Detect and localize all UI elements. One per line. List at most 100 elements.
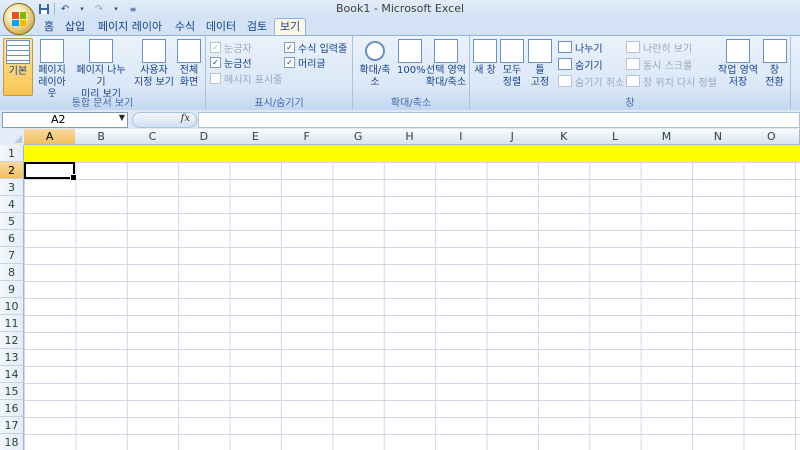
zoom-to-selection-button[interactable]: 선택 영역 확대/축소 — [425, 38, 467, 94]
split-button[interactable]: 나누기 — [558, 40, 603, 55]
row-header-7[interactable]: 7 — [0, 247, 24, 264]
window-title: Book1 - Microsoft Excel — [335, 2, 465, 15]
arrange-all-button[interactable]: 모두 정렬 — [500, 38, 524, 94]
row-header-11[interactable]: 11 — [0, 315, 24, 332]
column-header-m[interactable]: M — [640, 129, 694, 145]
row-header-8[interactable]: 8 — [0, 264, 24, 281]
formula-bar: A2 ▼ fx — [0, 110, 800, 130]
magnifier-icon — [365, 41, 385, 61]
reset-window-position-button[interactable]: 창 위치 다시 정렬 — [626, 74, 717, 89]
row-header-4[interactable]: 4 — [0, 196, 24, 213]
freeze-panes-button[interactable]: 틀 고정 — [526, 38, 554, 94]
group-label: 통합 문서 보기 — [0, 97, 205, 110]
column-header-g[interactable]: G — [332, 129, 385, 145]
ribbon-tabs: 홈 삽입 페이지 레이아웃 수식 데이터 검토 보기 — [0, 18, 800, 49]
row-header-17[interactable]: 17 — [0, 417, 24, 434]
group-workbook-views: 기본 페이지 레이아웃 페이지 나누기 미리 보기 사용자 지정 보기 전체 화… — [0, 36, 206, 110]
row-header-12[interactable]: 12 — [0, 332, 24, 349]
active-cell[interactable] — [24, 162, 77, 181]
checkmark-icon: ✓ — [210, 56, 221, 68]
save-workspace-button[interactable]: 작업 영역 저장 — [717, 38, 759, 94]
message-bar-checkbox[interactable]: 메시지 표시줄 — [210, 71, 282, 86]
tab-formulas[interactable]: 수식 — [172, 19, 198, 35]
row-header-9[interactable]: 9 — [0, 281, 24, 298]
cell-area[interactable] — [24, 145, 800, 450]
custom-views-icon — [142, 39, 166, 63]
hide-button[interactable]: 숨기기 — [558, 57, 603, 72]
row-header-16[interactable]: 16 — [0, 400, 24, 417]
normal-view-icon — [6, 40, 30, 64]
row-header-2[interactable]: 2 — [0, 162, 24, 179]
formula-bar-checkbox[interactable]: ✓ 수식 입력줄 — [284, 40, 347, 55]
column-header-b[interactable]: B — [75, 129, 128, 145]
tab-home[interactable]: 홈 — [40, 19, 58, 35]
gridlines-checkbox[interactable]: ✓ 눈금선 — [210, 55, 252, 70]
page-break-preview-button[interactable]: 페이지 나누기 미리 보기 — [72, 38, 130, 100]
row-header-14[interactable]: 14 — [0, 366, 24, 383]
zoom-button[interactable]: 확대/축소 — [355, 38, 395, 94]
normal-view-button[interactable]: 기본 — [3, 38, 33, 96]
worksheet-grid: ABCDEFGHIJKLMNO 1 2 3 4 5 6 7 8 9 10 11 12 13 14 15 16 1… — [0, 129, 800, 450]
checkmark-icon: ✓ — [284, 41, 295, 53]
custom-views-button[interactable]: 사용자 지정 보기 — [134, 38, 174, 94]
column-header-k[interactable]: K — [538, 129, 591, 145]
tab-data[interactable]: 데이터 — [204, 19, 238, 35]
office-button[interactable] — [3, 3, 35, 35]
headings-checkbox[interactable]: ✓ 머리글 — [284, 55, 326, 70]
zoom-100-button[interactable]: 100% — [397, 38, 426, 94]
column-header-j[interactable]: J — [486, 129, 539, 145]
group-window: 새 창 모두 정렬 틀 고정 나누기 숨기기 숨기기 취소 나란히 보기 동시 … — [470, 36, 791, 110]
group-label: 창 — [470, 97, 790, 110]
column-header-i[interactable]: I — [435, 129, 488, 145]
row-header-13[interactable]: 13 — [0, 349, 24, 366]
group-label: 확대/축소 — [353, 97, 469, 110]
row-header-1[interactable]: 1 — [0, 145, 24, 162]
ruler-checkbox[interactable]: ✓ 눈금자 — [210, 40, 252, 55]
group-zoom: 확대/축소 100% 선택 영역 확대/축소 확대/축소 — [353, 36, 470, 110]
chevron-down-icon[interactable]: ▼ — [119, 113, 125, 122]
view-side-by-side-button[interactable]: 나란히 보기 — [626, 40, 692, 55]
unhide-button[interactable]: 숨기기 취소 — [558, 74, 624, 89]
insert-function-button[interactable]: fx — [132, 112, 197, 128]
reset-position-icon — [626, 75, 640, 87]
tab-view[interactable]: 보기 — [274, 18, 306, 36]
row-header-5[interactable]: 5 — [0, 213, 24, 230]
unhide-icon — [558, 75, 572, 87]
synchronous-scrolling-button[interactable]: 동시 스크롤 — [626, 57, 692, 72]
page-layout-view-button[interactable]: 페이지 레이아웃 — [34, 38, 70, 100]
formula-input[interactable] — [198, 112, 800, 128]
row-header-3[interactable]: 3 — [0, 179, 24, 196]
sync-scroll-icon — [626, 58, 640, 70]
side-by-side-icon — [626, 41, 640, 53]
full-screen-button[interactable]: 전체 화면 — [176, 38, 202, 94]
fx-icon: fx — [180, 113, 190, 124]
column-header-f[interactable]: F — [281, 129, 334, 145]
column-header-h[interactable]: H — [383, 129, 437, 145]
new-window-button[interactable]: 새 창 — [472, 38, 498, 94]
select-all-button[interactable] — [0, 129, 25, 146]
column-header-o[interactable]: O — [743, 129, 800, 145]
column-header-d[interactable]: D — [178, 129, 231, 145]
ribbon: 기본 페이지 레이아웃 페이지 나누기 미리 보기 사용자 지정 보기 전체 화… — [0, 35, 800, 111]
hide-icon — [558, 58, 572, 70]
tab-insert[interactable]: 삽입 — [62, 19, 88, 35]
column-header-n[interactable]: N — [692, 129, 745, 145]
group-show-hide: ✓ 눈금자 ✓ 눈금선 메시지 표시줄 ✓ 수식 입력줄 ✓ 머리글 표시/숨기… — [206, 36, 353, 110]
column-header-l[interactable]: L — [589, 129, 642, 145]
row-header-18[interactable]: 18 — [0, 434, 24, 450]
freeze-panes-icon — [528, 39, 552, 63]
switch-windows-button[interactable]: 창 전환 — [761, 38, 788, 94]
row-header-10[interactable]: 10 — [0, 298, 24, 315]
name-box[interactable]: A2 ▼ — [2, 112, 128, 128]
save-workspace-icon — [726, 39, 750, 63]
checkmark-icon: ✓ — [284, 56, 295, 68]
tab-page-layout[interactable]: 페이지 레이아웃 — [94, 19, 166, 49]
row-header-15[interactable]: 15 — [0, 383, 24, 400]
tab-review[interactable]: 검토 — [244, 19, 270, 35]
column-header-c[interactable]: C — [126, 129, 180, 145]
column-header-a[interactable]: A — [24, 129, 77, 145]
column-header-e[interactable]: E — [229, 129, 282, 145]
row-header-6[interactable]: 6 — [0, 230, 24, 247]
zoom-selection-icon — [434, 39, 458, 63]
page-100-icon — [398, 39, 422, 63]
